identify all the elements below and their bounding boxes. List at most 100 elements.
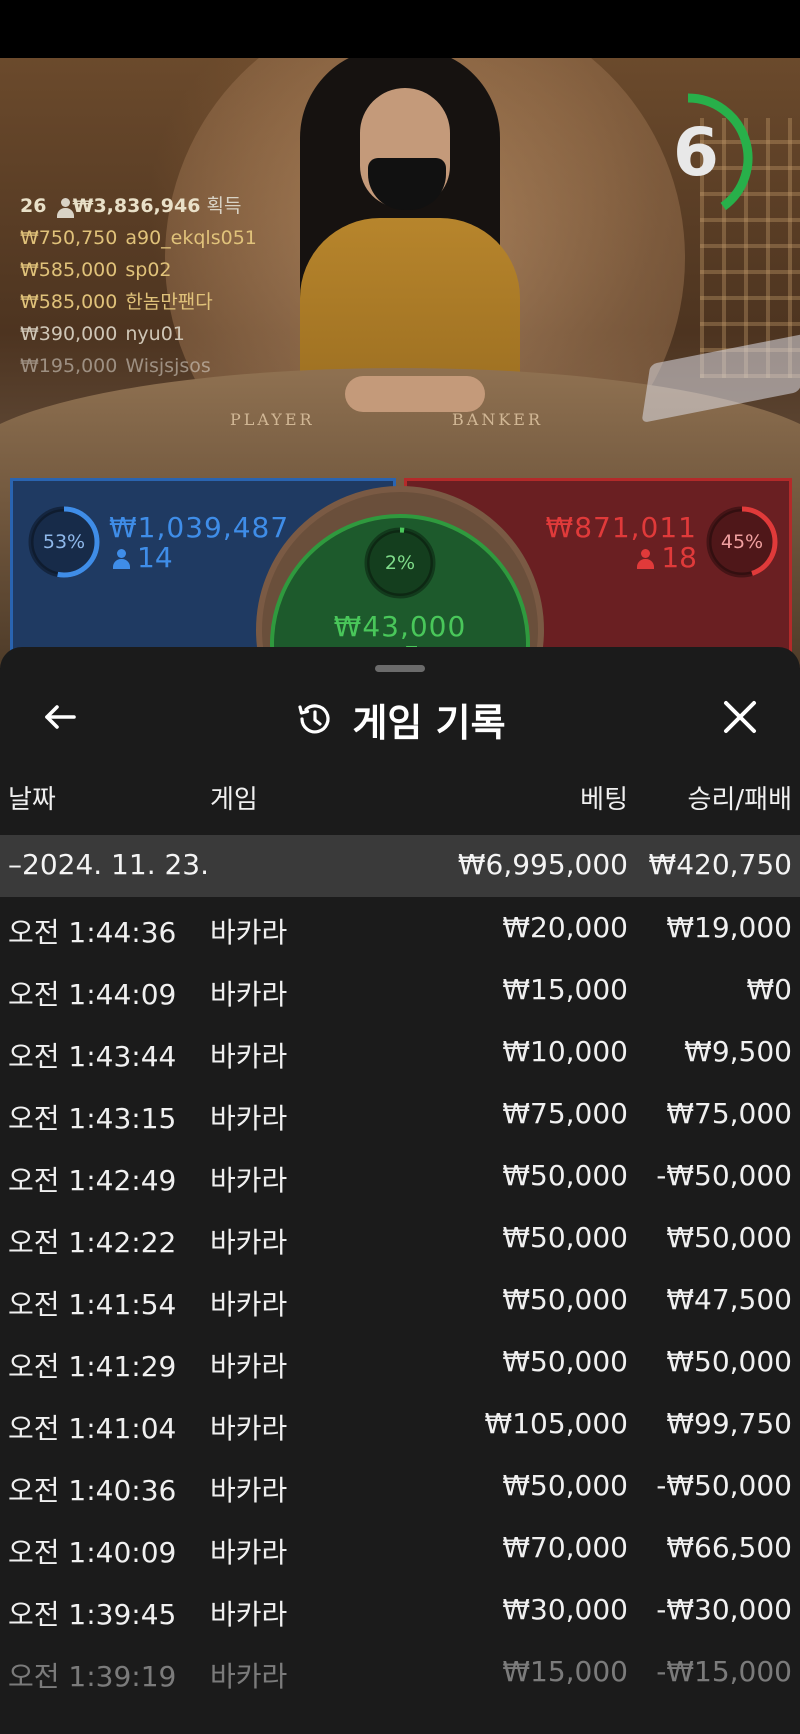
- table-row[interactable]: 오전 1:44:36 바카라 ₩20,000 ₩19,000: [0, 897, 800, 959]
- row-game: 바카라: [210, 1040, 288, 1073]
- close-icon: [720, 697, 760, 741]
- winner-row: ₩195,000 Wisjsjsos: [20, 350, 257, 382]
- winner-name: Wisjsjsos: [125, 355, 211, 377]
- person-icon: [113, 549, 130, 569]
- column-game[interactable]: 게임: [210, 779, 258, 816]
- row-result: -₩50,000: [656, 1469, 792, 1502]
- winner-name: 한놈만팬다: [125, 291, 213, 313]
- table-row[interactable]: 오전 1:43:44 바카라 ₩10,000 ₩9,500: [0, 1021, 800, 1083]
- column-result[interactable]: 승리/패배: [688, 779, 792, 816]
- column-date[interactable]: 날짜: [8, 779, 56, 816]
- tie-percent-ring: 2%: [363, 526, 437, 600]
- row-game: 바카라: [210, 1598, 288, 1631]
- row-time: 오전 1:43:44: [8, 1040, 177, 1073]
- table-row[interactable]: 오전 1:41:29 바카라 ₩50,000 ₩50,000: [0, 1331, 800, 1393]
- row-game: 바카라: [210, 1288, 288, 1321]
- table-row[interactable]: 오전 1:41:54 바카라 ₩50,000 ₩47,500: [0, 1269, 800, 1331]
- table-row[interactable]: 오전 1:42:49 바카라 ₩50,000 -₩50,000: [0, 1145, 800, 1207]
- winners-total: ₩3,836,946: [72, 195, 201, 217]
- winner-amount: ₩750,750: [20, 227, 118, 249]
- row-time: 오전 1:39:45: [8, 1598, 177, 1631]
- close-button[interactable]: [710, 689, 770, 749]
- row-bet: ₩50,000: [502, 1345, 628, 1378]
- tie-percent: 2%: [384, 552, 416, 574]
- table-row[interactable]: 오전 1:40:36 바카라 ₩50,000 -₩50,000: [0, 1455, 800, 1517]
- player-percent: 53%: [42, 531, 86, 553]
- row-game: 바카라: [210, 1474, 288, 1507]
- banker-amount: ₩871,011: [545, 511, 697, 544]
- person-icon: [56, 198, 74, 218]
- row-time: 오전 1:44:09: [8, 978, 177, 1011]
- winner-row: ₩750,750 a90_ekqls051: [20, 222, 257, 254]
- winners-list: 26 ₩3,836,946 획득 ₩750,750 a90_ekqls051 ₩5…: [20, 190, 257, 382]
- row-game: 바카라: [210, 1412, 288, 1445]
- sheet-drag-handle[interactable]: [375, 665, 425, 672]
- banker-percent: 45%: [720, 531, 764, 553]
- row-game: 바카라: [210, 1536, 288, 1569]
- row-time: 오전 1:40:09: [8, 1536, 177, 1569]
- table-row[interactable]: 오전 1:39:19 바카라 ₩15,000 -₩15,000: [0, 1641, 800, 1703]
- winner-amount: ₩585,000: [20, 259, 118, 281]
- banker-percent-ring: 45%: [705, 505, 779, 579]
- column-bet[interactable]: 베팅: [580, 779, 628, 816]
- row-result: ₩66,500: [666, 1531, 792, 1564]
- player-count: 14: [113, 541, 173, 574]
- winners-count: 26: [20, 195, 47, 217]
- player-amount: ₩1,039,487: [109, 511, 290, 544]
- row-result: ₩50,000: [666, 1221, 792, 1254]
- date-group-row[interactable]: –2024. 11. 23. ₩6,995,000 ₩420,750: [0, 835, 800, 897]
- row-time: 오전 1:41:29: [8, 1350, 177, 1383]
- table-row[interactable]: 오전 1:43:15 바카라 ₩75,000 ₩75,000: [0, 1083, 800, 1145]
- row-bet: ₩20,000: [502, 911, 628, 944]
- row-result: ₩0: [746, 973, 793, 1006]
- winner-amount: ₩195,000: [20, 355, 118, 377]
- group-bet-total: ₩6,995,000: [457, 848, 628, 881]
- countdown-value: 6: [673, 114, 719, 191]
- winner-row: ₩585,000 sp02: [20, 254, 257, 286]
- table-row[interactable]: 오전 1:42:22 바카라 ₩50,000 ₩50,000: [0, 1207, 800, 1269]
- arrow-left-icon: [40, 697, 80, 741]
- row-time: 오전 1:39:19: [8, 1660, 177, 1693]
- group-result-total: ₩420,750: [648, 848, 792, 881]
- table-row[interactable]: 오전 1:44:09 바카라 ₩15,000 ₩0: [0, 959, 800, 1021]
- tie-amount: ₩43,000: [333, 610, 467, 643]
- sheet-header: 게임 기록: [0, 689, 800, 749]
- row-time: 오전 1:41:04: [8, 1412, 177, 1445]
- row-bet: ₩10,000: [502, 1035, 628, 1068]
- row-result: ₩99,750: [666, 1407, 792, 1440]
- banker-count: 18: [637, 541, 697, 574]
- row-bet: ₩30,000: [502, 1593, 628, 1626]
- row-game: 바카라: [210, 916, 288, 949]
- sheet-title: 게임 기록: [352, 700, 506, 745]
- row-game: 바카라: [210, 1350, 288, 1383]
- row-time: 오전 1:40:36: [8, 1474, 177, 1507]
- row-bet: ₩50,000: [502, 1283, 628, 1316]
- table-row[interactable]: 오전 1:41:04 바카라 ₩105,000 ₩99,750: [0, 1393, 800, 1455]
- row-game: 바카라: [210, 1660, 288, 1693]
- dealer-hands: [345, 376, 485, 412]
- row-result: -₩15,000: [656, 1655, 792, 1688]
- person-icon: [637, 549, 655, 569]
- row-result: ₩9,500: [684, 1035, 792, 1068]
- table-row[interactable]: 오전 1:40:09 바카라 ₩70,000 ₩66,500: [0, 1517, 800, 1579]
- winner-amount: ₩390,000: [20, 323, 118, 345]
- winner-name: nyu01: [125, 323, 185, 345]
- table-header: 날짜 게임 베팅 승리/패배: [0, 779, 800, 823]
- winners-header: 26 ₩3,836,946 획득: [20, 190, 257, 222]
- back-button[interactable]: [30, 689, 90, 749]
- table-row[interactable]: 오전 1:39:45 바카라 ₩30,000 -₩30,000: [0, 1579, 800, 1641]
- row-time: 오전 1:44:36: [8, 916, 177, 949]
- winner-name: a90_ekqls051: [125, 227, 257, 249]
- table-player-label: PLAYER: [230, 410, 315, 429]
- row-time: 오전 1:42:49: [8, 1164, 177, 1197]
- row-game: 바카라: [210, 1226, 288, 1259]
- row-bet: ₩50,000: [502, 1221, 628, 1254]
- row-bet: ₩105,000: [484, 1407, 628, 1440]
- row-bet: ₩50,000: [502, 1469, 628, 1502]
- group-date: –2024. 11. 23.: [8, 848, 210, 881]
- history-icon: [294, 699, 334, 739]
- player-percent-ring: 53%: [27, 505, 101, 579]
- banker-count-value: 18: [661, 541, 697, 574]
- history-list: 오전 1:44:36 바카라 ₩20,000 ₩19,000 오전 1:44:09 바카라…: [0, 897, 800, 1703]
- betting-countdown: 6: [668, 88, 768, 228]
